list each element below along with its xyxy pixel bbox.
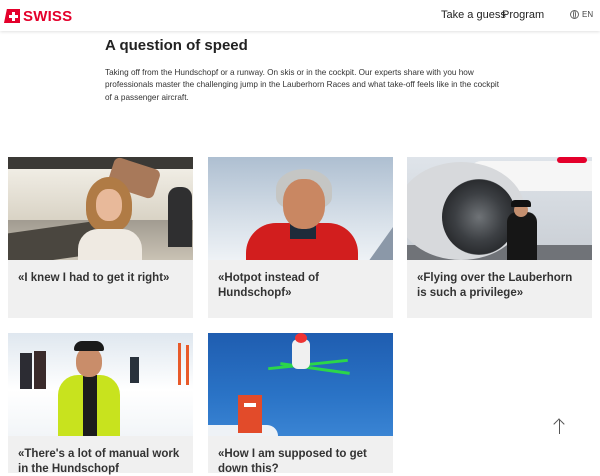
card-caption: «How I am supposed to get down this?	[218, 448, 367, 475]
downhill-jump-image	[208, 333, 393, 436]
pilot-cockpit-image	[8, 157, 193, 260]
skier-portrait-image	[208, 157, 393, 260]
story-card-pilot[interactable]: «I knew I had to get it right»	[8, 157, 193, 318]
story-card-downhill[interactable]: «How I am supposed to get down this?	[208, 333, 393, 475]
intro-text: Taking off from the Hundschopf or a runw…	[105, 68, 499, 102]
page-title: A question of speed	[105, 37, 248, 54]
site-header: SWISS Take a guess Program EN	[0, 0, 600, 31]
aircraft-engine-image	[407, 157, 592, 260]
language-switcher[interactable]: EN	[570, 10, 593, 19]
card-caption: «There's a lot of manual work in the Hun…	[18, 448, 180, 475]
story-card-ski-legend[interactable]: «Hotpot instead of Hundschopf»	[208, 157, 393, 318]
globe-icon	[570, 10, 579, 19]
card-caption: «Hotpot instead of Hundschopf»	[218, 272, 319, 299]
nav-program[interactable]: Program	[502, 9, 544, 21]
arrow-up-icon[interactable]	[553, 418, 566, 434]
snow-worker-image	[8, 333, 193, 436]
swiss-logo[interactable]: SWISS	[4, 7, 73, 25]
story-card-manual-work[interactable]: «There's a lot of manual work in the Hun…	[8, 333, 193, 475]
logo-text: SWISS	[23, 7, 73, 25]
nav-take-a-guess[interactable]: Take a guess	[441, 9, 506, 21]
story-card-flyover[interactable]: «Flying over the Lauberhorn is such a pr…	[407, 157, 592, 318]
card-caption: «I knew I had to get it right»	[18, 272, 170, 284]
card-caption: «Flying over the Lauberhorn is such a pr…	[417, 272, 573, 299]
swiss-flag-icon	[4, 9, 20, 23]
language-label: EN	[582, 10, 594, 19]
